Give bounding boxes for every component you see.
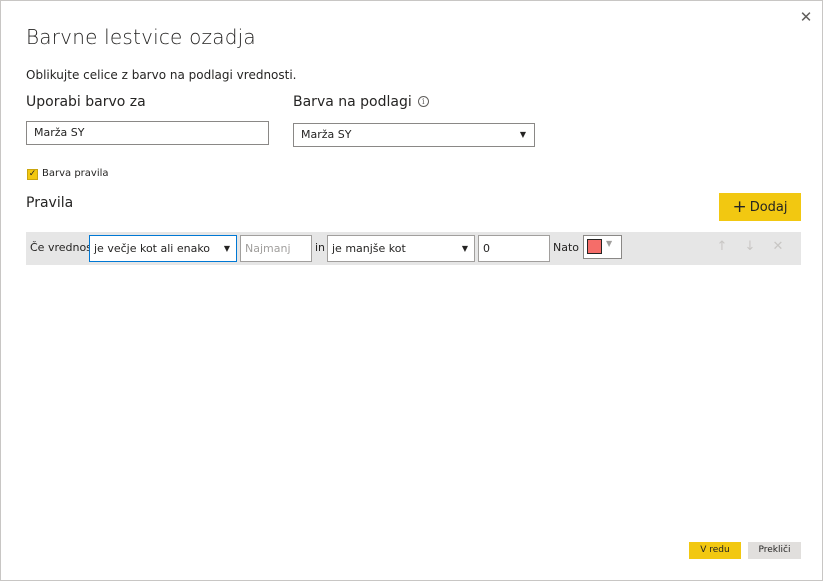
based-on-label: Barva na podlagi	[293, 94, 412, 110]
rules-heading: Pravila	[26, 195, 74, 211]
rule-color-picker[interactable]: ▼	[583, 235, 622, 259]
add-rule-label: Dodaj	[749, 200, 788, 215]
rule-operator-1-value: je večje kot ali enako	[94, 242, 211, 255]
plus-icon: +	[732, 197, 747, 217]
info-icon[interactable]: i	[417, 96, 429, 107]
apply-color-to-label: Uporabi barvo za	[26, 94, 146, 110]
chevron-down-icon: ▼	[606, 239, 613, 248]
add-rule-button[interactable]: + Dodaj	[719, 193, 801, 221]
dialog-subtitle: Oblikujte celice z barvo na podlagi vred…	[26, 68, 297, 82]
chevron-down-icon: ▼	[223, 244, 230, 253]
rule-prefix-label: Če vrednost	[30, 241, 97, 254]
rule-color-checkbox-label: Barva pravila	[42, 168, 109, 179]
rule-then-label: Nato	[553, 241, 580, 254]
rule-value-2-input[interactable]: 0	[478, 235, 550, 262]
delete-rule-icon[interactable]: ✕	[771, 239, 785, 254]
background-color-scales-dialog: ✕ Barvne lestvice ozadja Oblikujte celic…	[0, 0, 823, 581]
rule-color-checkbox[interactable]: ✓	[27, 169, 38, 180]
dialog-title: Barvne lestvice ozadja	[26, 25, 256, 49]
ok-button[interactable]: V redu	[689, 542, 741, 559]
close-icon[interactable]: ✕	[796, 7, 816, 27]
rule-value-2-value: 0	[483, 242, 490, 255]
rule-row: Če vrednost je večje kot ali enako ▼ Naj…	[26, 232, 801, 265]
rule-operator-2-dropdown[interactable]: je manjše kot ▼	[327, 235, 475, 262]
based-on-dropdown[interactable]: Marža SY ▼	[293, 123, 535, 147]
chevron-down-icon: ▼	[461, 244, 468, 253]
move-up-icon[interactable]: ↑	[715, 239, 729, 254]
apply-color-to-field[interactable]: Marža SY	[26, 121, 269, 145]
move-down-icon[interactable]: ↓	[743, 239, 757, 254]
based-on-value: Marža SY	[301, 128, 352, 141]
color-swatch	[587, 239, 602, 254]
based-on-label-group: Barva na podlagi i	[293, 94, 429, 110]
rule-joiner-label: in	[315, 241, 326, 254]
rule-operator-2-value: je manjše kot	[332, 242, 406, 255]
rule-operator-1-dropdown[interactable]: je večje kot ali enako ▼	[89, 235, 237, 262]
rule-value-1-input[interactable]: Najmanj	[240, 235, 312, 262]
rule-value-1-placeholder: Najmanj	[245, 242, 291, 255]
cancel-button[interactable]: Prekliči	[748, 542, 801, 559]
chevron-down-icon: ▼	[519, 130, 526, 139]
